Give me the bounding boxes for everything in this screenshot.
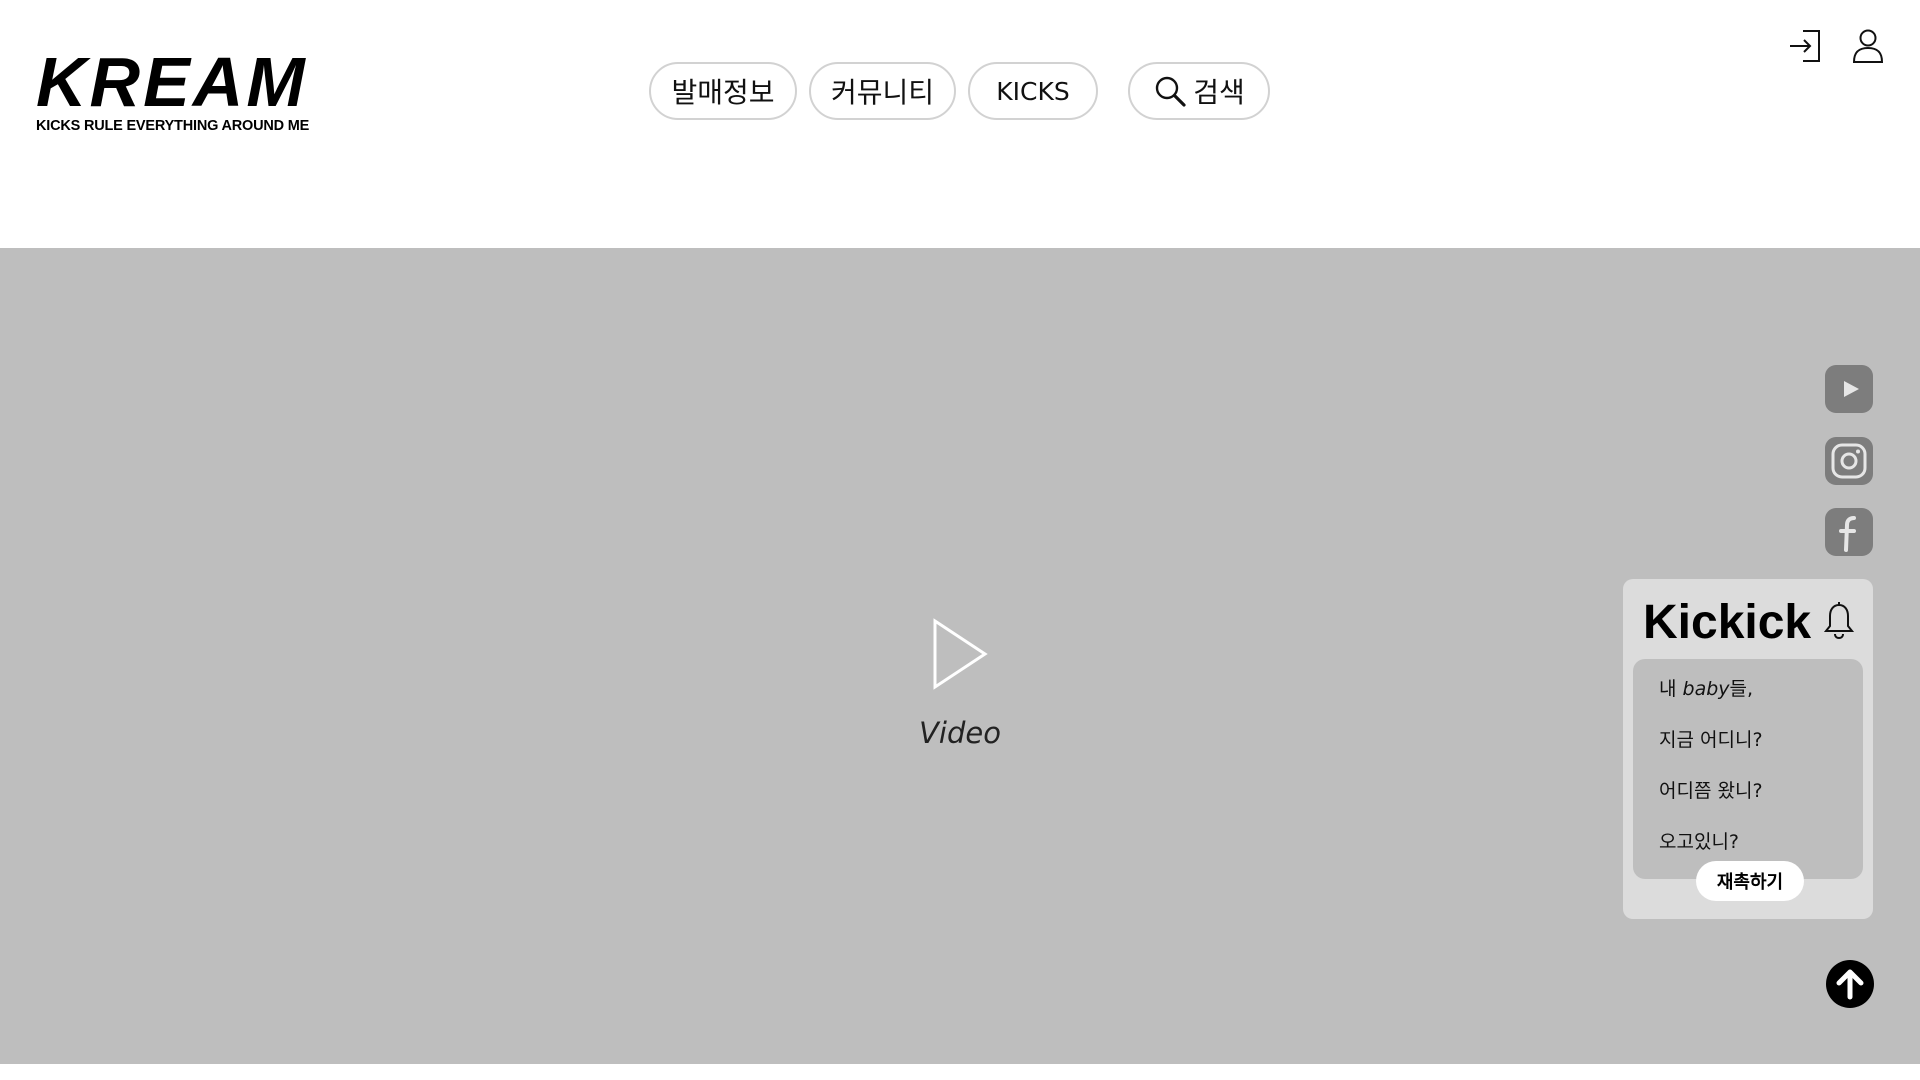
login-icon[interactable] (1786, 26, 1826, 66)
nudge-button[interactable]: 재촉하기 (1696, 861, 1804, 901)
kickick-message-line: 오고있니? (1659, 831, 1740, 853)
youtube-icon (1844, 381, 1859, 397)
kickick-message-box: 내 baby들, 지금 어디니? 어디쯤 왔니? 오고있니? (1633, 659, 1863, 879)
video-label: Video (919, 716, 1001, 750)
facebook-icon (1839, 516, 1856, 552)
nav-release-info[interactable]: 발매정보 (649, 62, 797, 120)
kickick-title: Kickick (1643, 596, 1812, 649)
kickick-message-line: 내 baby들, (1659, 678, 1754, 700)
search-icon (1156, 76, 1186, 107)
kream-logo[interactable]: KREAM KICKS RULE EVERYTHING AROUND ME (36, 42, 310, 136)
instagram-link[interactable] (1825, 437, 1873, 485)
search-label: 검색 (1193, 76, 1245, 109)
video-placeholder[interactable]: Video (900, 618, 1020, 768)
youtube-link[interactable] (1825, 365, 1873, 413)
kickick-message-line: 어디쯤 왔니? (1659, 780, 1763, 802)
nav-release-info-label: 발매정보 (671, 76, 775, 109)
facebook-link[interactable] (1825, 508, 1873, 556)
nav-kicks-label: KICKS (996, 76, 1070, 106)
site-header: KREAM KICKS RULE EVERYTHING AROUND ME 발매… (0, 0, 1920, 248)
logo-tagline: KICKS RULE EVERYTHING AROUND ME (36, 118, 310, 134)
nav-community[interactable]: 커뮤니티 (809, 62, 956, 120)
play-icon[interactable] (932, 618, 990, 690)
logo-wordmark: KREAM (36, 43, 308, 121)
nav-kicks[interactable]: KICKS (968, 62, 1098, 120)
kickick-widget: Kickick 내 baby들, 지금 어디니? 어디쯤 왔니? 오고있니? 재… (1623, 579, 1873, 919)
bell-icon[interactable] (1823, 601, 1855, 641)
instagram-icon (1831, 443, 1867, 479)
page-footer-strip (0, 1064, 1920, 1080)
user-icon[interactable] (1848, 26, 1888, 66)
search-button[interactable]: 검색 (1128, 62, 1270, 120)
nav-community-label: 커뮤니티 (830, 76, 935, 109)
arrow-up-circle-icon[interactable] (1825, 959, 1875, 1009)
kickick-message-line: 지금 어디니? (1659, 729, 1763, 751)
